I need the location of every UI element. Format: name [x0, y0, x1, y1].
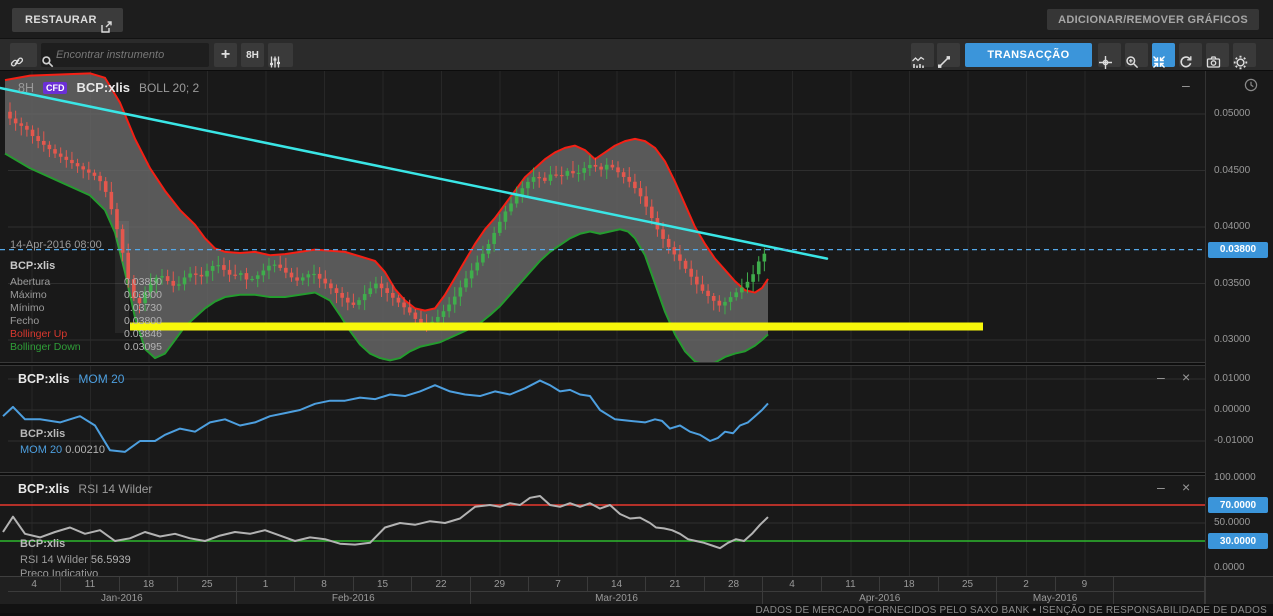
rsi-level-badge: 30.0000 — [1208, 533, 1268, 549]
axis-tick-label: 100.0000 — [1214, 472, 1256, 483]
trading-app: RESTAURAR ADICIONAR/REMOVER GRÁFICOS — [0, 0, 1273, 613]
zoom-in-button[interactable] — [1125, 43, 1148, 67]
minimize-rsi-pane-button[interactable]: – — [1157, 481, 1165, 493]
month-label: May-2016 — [997, 591, 1114, 605]
axis-tick-label: 0.05000 — [1214, 108, 1250, 119]
day-tick: 21 — [646, 577, 705, 591]
add-instrument-button[interactable]: + — [214, 43, 237, 67]
instrument-search[interactable] — [41, 43, 209, 67]
close-mom-pane-button[interactable]: × — [1182, 371, 1190, 383]
month-label: Feb-2016 — [237, 591, 471, 605]
day-tick: 1 — [237, 577, 296, 591]
day-tick: 18 — [120, 577, 179, 591]
link-instrument-button[interactable] — [10, 43, 37, 67]
day-tick-empty — [1114, 577, 1205, 591]
price-axis[interactable]: 0.05000 0.04500 0.04000 0.03500 0.03000 0.038… — [1205, 71, 1273, 576]
day-tick: 25 — [178, 577, 237, 591]
day-tick: 11 — [61, 577, 120, 591]
day-tick: 11 — [822, 577, 881, 591]
day-tick: 8 — [295, 577, 354, 591]
month-label-empty — [1114, 591, 1205, 605]
minimize-mom-pane-button[interactable]: – — [1157, 371, 1165, 383]
chart-settings-button[interactable] — [268, 43, 293, 67]
axis-tick-label: 50.0000 — [1214, 517, 1250, 528]
month-label: Apr-2016 — [763, 591, 997, 605]
crosshair-button[interactable] — [1098, 43, 1121, 67]
day-tick: 25 — [939, 577, 998, 591]
day-tick: 29 — [471, 577, 530, 591]
day-tick: 22 — [412, 577, 471, 591]
axis-tick-label: 0.03000 — [1214, 334, 1250, 345]
axis-tick-label: -0.01000 — [1214, 435, 1253, 446]
rsi-pane[interactable] — [0, 476, 1205, 576]
axis-tick-label: 0.00000 — [1214, 404, 1250, 415]
axis-tick-label: 0.01000 — [1214, 373, 1250, 384]
momentum-pane[interactable] — [0, 366, 1205, 472]
data-disclaimer: DADOS DE MERCADO FORNECIDOS PELO SAXO BA… — [756, 605, 1267, 616]
rsi-level-badge: 70.0000 — [1208, 497, 1268, 513]
snapshot-button[interactable] — [1206, 43, 1229, 67]
chart-toolbar: + 8H — [0, 38, 1273, 71]
trade-button[interactable]: TRANSACÇÃO — [965, 43, 1092, 67]
day-tick: 14 — [588, 577, 647, 591]
day-tick: 9 — [1056, 577, 1114, 591]
axis-tick-label: 0.03500 — [1214, 278, 1250, 289]
last-price-badge: 0.03800 — [1208, 242, 1268, 258]
settings-button[interactable] — [1233, 43, 1256, 67]
search-input[interactable] — [54, 48, 202, 62]
top-bar: RESTAURAR ADICIONAR/REMOVER GRÁFICOS — [0, 0, 1273, 38]
fit-chart-button[interactable] — [1152, 43, 1175, 67]
axis-tick-label: 0.0000 — [1214, 562, 1245, 573]
month-label: Mar-2016 — [471, 591, 764, 605]
axis-corner — [1205, 577, 1273, 605]
open-in-new-window-button[interactable] — [99, 8, 123, 32]
day-tick: 2 — [997, 577, 1056, 591]
time-axis[interactable]: 4111825181522297142128411182529Jan-2016F… — [0, 576, 1273, 604]
day-tick: 28 — [705, 577, 764, 591]
day-tick: 18 — [880, 577, 939, 591]
refresh-button[interactable] — [1179, 43, 1202, 67]
plus-icon: + — [221, 50, 230, 60]
month-label: Jan-2016 — [8, 591, 237, 605]
main-price-pane[interactable] — [0, 71, 1205, 362]
axis-tick-label: 0.04000 — [1214, 221, 1250, 232]
chart-type-button[interactable] — [911, 43, 934, 67]
draw-trendline-button[interactable] — [937, 43, 960, 67]
day-tick: 15 — [354, 577, 413, 591]
day-tick: 4 — [763, 577, 822, 591]
chart-region: 8H CFD BCP:xlis BOLL 20; 2 – 14-Apr-2016… — [0, 71, 1273, 576]
close-rsi-pane-button[interactable]: × — [1182, 481, 1190, 493]
footer-bar: DADOS DE MERCADO FORNECIDOS PELO SAXO BA… — [0, 604, 1273, 613]
period-button[interactable]: 8H — [241, 43, 264, 67]
day-tick: 7 — [529, 577, 588, 591]
minimize-main-pane-button[interactable]: – — [1182, 79, 1190, 91]
day-tick: 4 — [8, 577, 61, 591]
axis-tick-label: 0.04500 — [1214, 165, 1250, 176]
add-remove-charts-button[interactable]: ADICIONAR/REMOVER GRÁFICOS — [1047, 9, 1259, 30]
restore-button[interactable]: RESTAURAR — [12, 8, 110, 32]
